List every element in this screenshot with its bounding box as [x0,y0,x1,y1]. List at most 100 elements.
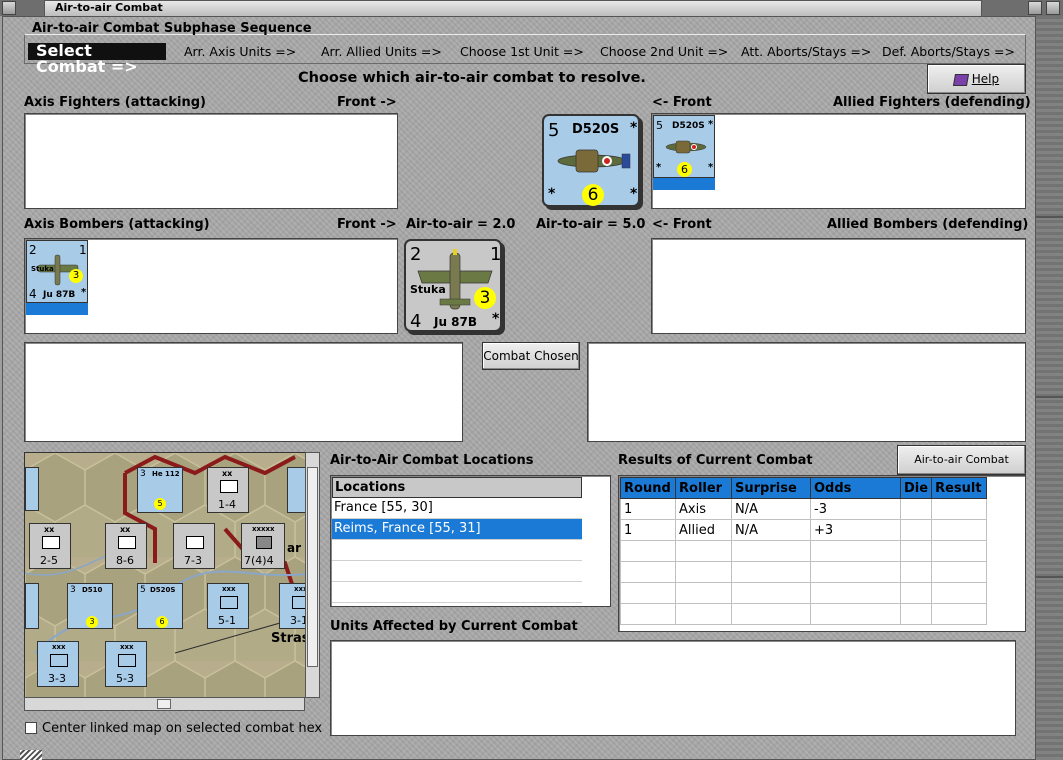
title-bar: Air-to-air Combat [0,0,1063,16]
col-odds[interactable]: Odds [810,477,901,499]
cell-die [899,519,933,541]
map-counter-edge-1[interactable] [25,467,39,511]
allied-bombers-front-label: <- Front [652,217,712,232]
table-row [620,603,988,625]
axis-bomber-counter[interactable]: 2 1 Stuka 3 4 Ju 87B * [404,239,502,332]
sequence-step-def-aborts: Def. Aborts/Stays => [882,44,1015,59]
allied-bombers-panel[interactable] [651,238,1026,334]
axis-bomber-counter-small[interactable]: 2 1 Stuka 3 4 Ju 87B * [26,240,88,303]
table-row [620,540,988,562]
cell-surprise: N/A [731,519,811,541]
map-counter-1-4[interactable]: xx 1-4 [207,467,249,513]
center-map-label: Center linked map on selected combat hex [42,721,323,736]
locations-header[interactable]: Locations [332,477,582,498]
allied-fighter-counter[interactable]: 5 D520S * * 6 * [542,114,640,207]
map-counter-he112[interactable]: 3 He 112 5 [137,467,183,513]
map-counter-8-6[interactable]: xx 8-6 [105,523,147,569]
help-book-icon [952,73,969,86]
combat-chosen-button[interactable]: Combat Chosen [482,342,580,370]
window-title: Air-to-air Combat [44,0,982,16]
map-counter-2-5[interactable]: xx 2-5 [29,523,71,569]
map-vertical-scrollbar[interactable] [305,452,320,698]
axis-fighters-panel[interactable] [24,113,398,209]
axis-combat-panel [24,342,463,442]
linked-map[interactable]: 3 He 112 5 xx 1-4 xx 2-5 xx 8-6 7-3 xxxx… [24,452,320,698]
col-surprise[interactable]: Surprise [731,477,811,499]
allied-fighter-selected-bar [653,178,715,190]
cell-odds: -3 [810,498,901,520]
help-label: Help [971,72,1000,86]
cell-surprise: N/A [731,498,811,520]
map-counter-3-3[interactable]: xxx 3-3 [37,641,79,687]
axis-bombers-front-label: Front -> [337,217,397,232]
axis-bombers-label: Axis Bombers (attacking) [24,217,210,232]
results-panel: Round Roller Surprise Odds Die Result 1 … [618,475,1026,632]
right-edge-strip [1036,16,1063,760]
axis-bombers-panel[interactable]: 2 1 Stuka 3 4 Ju 87B * [24,238,398,334]
map-horizontal-scroll-thumb[interactable] [157,699,171,709]
map-counter-7-4-4[interactable]: xxxxx 7(4)4 [241,523,285,569]
location-item-france[interactable]: France [55, 30] [332,498,582,519]
fighter-plane-icon [665,140,707,154]
table-row [620,582,988,604]
map-town-label-2: ar [287,541,302,555]
col-roller[interactable]: Roller [675,477,732,499]
axis-fighters-label: Axis Fighters (attacking) [24,95,206,110]
table-row: 1 Axis N/A -3 [620,498,988,520]
map-counter-d510[interactable]: 3 D510 3 [67,583,113,629]
close-window-icon[interactable] [1028,1,1042,15]
cell-round: 1 [620,519,676,541]
sequence-step-choose-2nd: Choose 2nd Unit => [600,44,729,59]
map-town-label: Stras [271,631,310,646]
sequence-step-select-combat: Select Combat => [28,43,166,75]
map-horizontal-scrollbar[interactable] [24,697,305,711]
cell-result [931,498,988,520]
map-counter-edge-3[interactable] [25,583,39,629]
axis-bomber-selected-bar [26,303,88,315]
locations-title: Air-to-Air Combat Locations [330,453,534,468]
results-table: Round Roller Surprise Odds Die Result 1 … [620,477,988,625]
units-affected-panel [330,640,1016,736]
map-counter-7-3[interactable]: 7-3 [173,523,215,569]
resize-grip-icon[interactable] [20,750,42,760]
map-counter-5-1[interactable]: xxx 5-1 [207,583,249,629]
cell-roller: Allied [675,519,732,541]
sequence-title: Air-to-air Combat Subphase Sequence [32,21,312,36]
allied-fighters-label: Allied Fighters (defending) [833,95,1031,110]
d520s-plane-icon [557,149,631,173]
sequence-step-att-aborts: Att. Aborts/Stays => [741,44,872,59]
locations-list[interactable]: Locations France [55, 30] Reims, France … [330,475,611,607]
col-die[interactable]: Die [899,477,933,499]
help-button[interactable]: Help [927,64,1026,94]
map-vertical-scroll-thumb[interactable] [307,467,318,667]
cell-die [899,498,933,520]
window-button-icon[interactable] [1046,1,1060,15]
location-item-reims[interactable]: Reims, France [55, 31] [332,519,582,540]
sequence-step-arr-allied: Arr. Allied Units => [321,44,442,59]
center-map-checkbox[interactable] [25,722,37,734]
air-to-air-chart-button[interactable]: Air-to-air Combat Chart [897,445,1026,494]
location-empty-row [332,561,582,582]
instruction-text: Choose which air-to-air combat to resolv… [298,70,646,86]
table-row [620,561,988,583]
axis-air-to-air-value: Air-to-air = 2.0 [406,217,516,232]
col-round[interactable]: Round [620,477,676,499]
units-affected-title: Units Affected by Current Combat [330,619,578,634]
col-result[interactable]: Result [931,477,988,499]
cell-odds: +3 [810,519,901,541]
allied-fighter-counter-small[interactable]: 5 D520S * * 6 * [653,115,715,178]
system-menu-icon[interactable] [2,1,16,15]
sequence-step-choose-1st: Choose 1st Unit => [460,44,584,59]
location-empty-row [332,582,582,603]
cell-result [931,519,988,541]
location-empty-row [332,540,582,561]
allied-combat-panel [587,342,1026,442]
results-title: Results of Current Combat [618,453,813,468]
allied-bombers-label: Allied Bombers (defending) [827,217,1029,232]
axis-fighters-front-label: Front -> [337,95,397,110]
map-counter-5-3[interactable]: xxx 5-3 [105,641,147,687]
allied-fighters-panel[interactable]: 5 D520S * * 6 * [651,113,1026,209]
table-row: 1 Allied N/A +3 [620,519,988,541]
map-counter-d520s[interactable]: 5 D520S 6 [137,583,183,629]
cell-roller: Axis [675,498,732,520]
